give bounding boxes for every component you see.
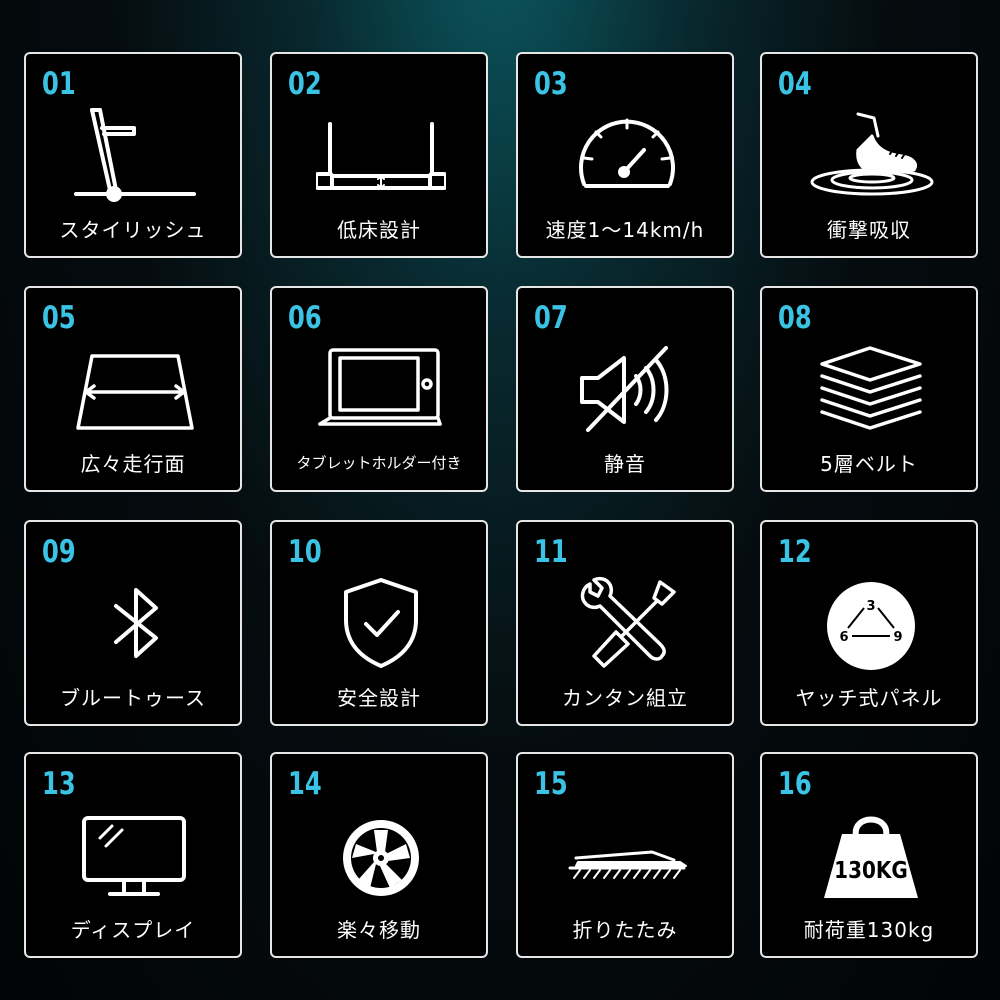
feature-number: 06 — [288, 300, 322, 336]
feature-label: ブルートゥース — [60, 686, 206, 710]
feature-label: 安全設計 — [337, 686, 421, 710]
fold-icon — [562, 806, 692, 906]
feature-number: 08 — [778, 300, 812, 336]
feature-card-16: 16 130KG 耐荷重130kg — [760, 752, 978, 958]
low-deck-icon — [316, 106, 446, 206]
feature-label: 5層ベルト — [820, 452, 918, 476]
wheel-icon — [316, 806, 446, 906]
feature-card-10: 10 安全設計 — [270, 520, 488, 726]
shock-absorb-shoe-icon — [806, 106, 936, 206]
tools-icon — [562, 574, 692, 674]
feature-number: 03 — [534, 66, 568, 102]
feature-card-14: 14 楽々移動 — [270, 752, 488, 958]
feature-card-04: 04 衝撃吸収 — [760, 52, 978, 258]
mute-speaker-icon — [562, 340, 692, 440]
feature-number: 13 — [42, 766, 76, 802]
feature-label: 折りたたみ — [572, 918, 678, 942]
feature-card-09: 09 ブルートゥース — [24, 520, 242, 726]
feature-card-07: 07 静音 — [516, 286, 734, 492]
feature-card-11: 11 カンタン組立 — [516, 520, 734, 726]
feature-label: ヤッチ式パネル — [795, 686, 943, 710]
feature-number: 11 — [534, 534, 568, 570]
feature-label: 楽々移動 — [337, 918, 421, 942]
feature-number: 05 — [42, 300, 76, 336]
feature-number: 10 — [288, 534, 322, 570]
feature-label: タブレットホルダー付き — [296, 454, 462, 472]
feature-number: 02 — [288, 66, 322, 102]
feature-number: 14 — [288, 766, 322, 802]
monitor-icon — [70, 806, 200, 906]
feature-grid: 01 スタイリッシュ 02 低床設計 03 速度1～14km/h 04 衝撃吸収… — [0, 0, 1000, 1000]
speedometer-icon — [562, 106, 692, 206]
dial-number-left: 6 — [839, 630, 848, 645]
feature-label: 静音 — [604, 452, 646, 476]
dial-number-right: 9 — [893, 630, 902, 645]
feature-number: 16 — [778, 766, 812, 802]
feature-card-15: 15 折りたたみ — [516, 752, 734, 958]
feature-number: 04 — [778, 66, 812, 102]
feature-label: 低床設計 — [337, 218, 421, 242]
bluetooth-icon — [70, 574, 200, 674]
feature-label: ディスプレイ — [70, 918, 196, 942]
feature-card-12: 12 3 6 9 ヤッチ式パネル — [760, 520, 978, 726]
feature-card-01: 01 スタイリッシュ — [24, 52, 242, 258]
weight-icon: 130KG — [806, 806, 936, 906]
tablet-holder-icon — [316, 340, 446, 440]
feature-label: 耐荷重130kg — [803, 918, 935, 942]
feature-label: カンタン組立 — [562, 686, 688, 710]
feature-label: 広々走行面 — [80, 452, 186, 476]
feature-card-06: 06 タブレットホルダー付き — [270, 286, 488, 492]
feature-number: 09 — [42, 534, 76, 570]
dial-number-top: 3 — [866, 599, 875, 614]
wide-belt-icon — [70, 340, 200, 440]
feature-card-03: 03 速度1～14km/h — [516, 52, 734, 258]
treadmill-icon — [70, 106, 200, 206]
feature-number: 15 — [534, 766, 568, 802]
feature-number: 12 — [778, 534, 812, 570]
feature-card-13: 13 ディスプレイ — [24, 752, 242, 958]
feature-label: 衝撃吸収 — [827, 218, 911, 242]
feature-card-02: 02 低床設計 — [270, 52, 488, 258]
dial-panel-icon: 3 6 9 — [806, 574, 936, 674]
feature-label: スタイリッシュ — [59, 218, 207, 242]
feature-number: 07 — [534, 300, 568, 336]
feature-label: 速度1～14km/h — [545, 218, 705, 242]
feature-number: 01 — [42, 66, 76, 102]
layers-icon — [806, 340, 936, 440]
shield-check-icon — [316, 574, 446, 674]
feature-card-08: 08 5層ベルト — [760, 286, 978, 492]
weight-text: 130KG — [834, 858, 908, 885]
feature-card-05: 05 広々走行面 — [24, 286, 242, 492]
